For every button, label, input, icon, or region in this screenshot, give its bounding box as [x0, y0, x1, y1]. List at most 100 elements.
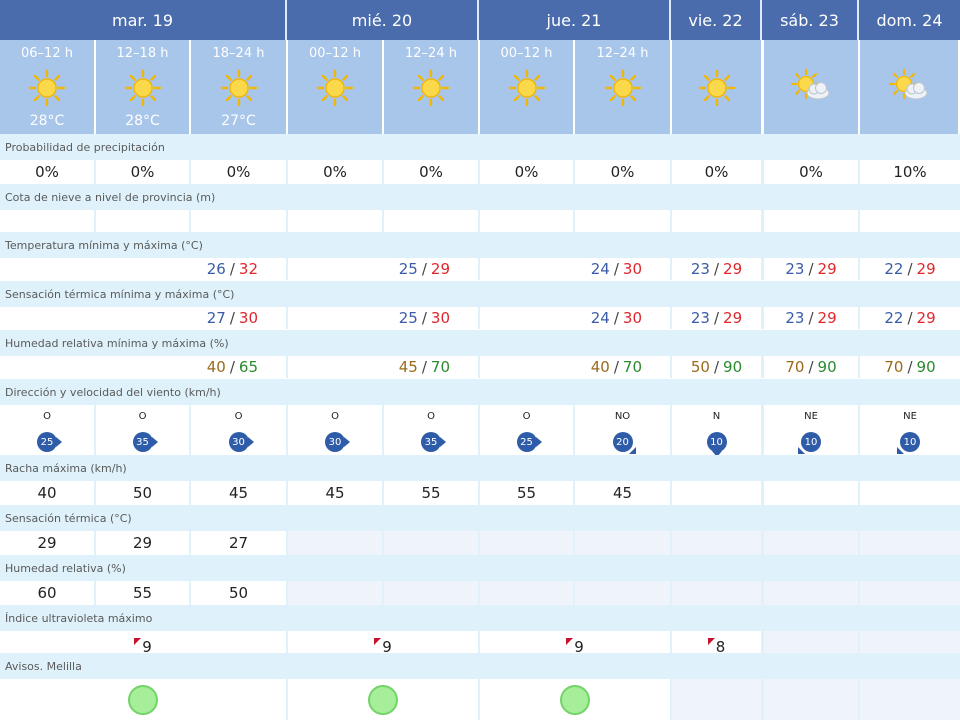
- min-value: 25: [398, 260, 418, 278]
- snow-level-cell: [288, 210, 382, 232]
- wind-speed-badge: 30: [228, 432, 249, 453]
- wind-cell: O 35: [384, 405, 478, 455]
- wind-arrow-icon: 35: [128, 427, 158, 455]
- warnings-label: Avisos. Melilla: [0, 653, 960, 679]
- wind-row: O 25 O 35 O 30 O 30 O 35 O 25 NO 20 N 10 NE 10 NE 10: [0, 405, 960, 457]
- wind-direction: O: [234, 411, 243, 422]
- warnings-row: [0, 679, 960, 720]
- range-cell: 23/29: [672, 307, 761, 329]
- period-label: 00–12 h: [309, 46, 361, 61]
- wind-pointer: [535, 437, 542, 448]
- uv-flag-icon: [374, 637, 382, 645]
- wind-direction: O: [331, 411, 339, 422]
- period-temperature: 28°C: [125, 113, 160, 129]
- min-value: 26: [206, 260, 226, 278]
- separator: /: [421, 358, 427, 376]
- range-cell: 22/29: [860, 307, 960, 329]
- precipitation-label: Probabilidad de precipitación: [0, 134, 960, 160]
- gust-label: Racha máxima (km/h): [0, 455, 960, 481]
- gust-cell: 45: [191, 481, 286, 505]
- period-cell: [672, 40, 763, 134]
- sun-icon: [313, 68, 357, 108]
- uv-flag-icon: [566, 637, 574, 645]
- day-header-row: mar. 19 mié. 20 jue. 21 vie. 22 sáb. 23 …: [0, 0, 960, 40]
- warning-cell: [288, 679, 478, 720]
- warning-cell: [764, 679, 858, 720]
- wind-arrow-icon: 30: [320, 427, 350, 455]
- wind-pointer: [56, 437, 62, 448]
- max-value: 29: [817, 260, 837, 278]
- day-header: sáb. 23: [762, 0, 859, 40]
- feels-now-cell: [480, 531, 573, 555]
- range-cell: 23/29: [764, 258, 858, 280]
- period-cell: 06–12 h 28°C: [0, 40, 96, 134]
- period-label: 12–18 h: [116, 46, 169, 61]
- wind-direction: O: [43, 411, 51, 422]
- warning-green-icon: [560, 684, 590, 715]
- day-header: jue. 21: [479, 0, 671, 40]
- humidity-now-cell: [384, 581, 478, 605]
- range-cell: 23/29: [764, 307, 858, 329]
- humidity-row: 40/65 45/70 40/70 50/90 70/90 70/90: [0, 356, 960, 378]
- wind-cell: O 30: [191, 405, 286, 455]
- period-cell: 18–24 h 27°C: [191, 40, 288, 134]
- max-value: 29: [817, 309, 837, 327]
- precipitation-cell: 0%: [575, 160, 670, 184]
- feels-now-row: 29 29 27: [0, 531, 960, 555]
- period-cell: 12–24 h: [575, 40, 672, 134]
- min-value: 23: [690, 309, 710, 327]
- period-label: 06–12 h: [21, 46, 73, 61]
- range-cell: 25/30: [288, 307, 478, 329]
- wind-cell: NE 10: [764, 405, 858, 455]
- max-value: 29: [430, 260, 450, 278]
- warning-green-icon: [368, 684, 398, 715]
- snow-level-cell: [191, 210, 286, 232]
- precipitation-cell: 0%: [288, 160, 382, 184]
- min-value: 22: [884, 260, 904, 278]
- feels-now-cell: [860, 531, 960, 555]
- feels-now-cell: [384, 531, 478, 555]
- feels-now-cell: 29: [96, 531, 189, 555]
- humidity-now-cell: [575, 581, 670, 605]
- wind-pointer: [440, 437, 446, 448]
- warning-cell: [0, 679, 286, 720]
- sun-cloud-icon: [887, 68, 931, 108]
- gust-cell: [672, 481, 761, 505]
- range-cell: 24/30: [480, 258, 670, 280]
- feels-now-cell: [764, 531, 858, 555]
- humidity-now-cell: [480, 581, 573, 605]
- snow-level-cell: [480, 210, 573, 232]
- sun-icon: [121, 68, 165, 108]
- sun-icon: [25, 68, 69, 108]
- period-label: 00–12 h: [500, 46, 553, 61]
- range-cell: 27/30: [0, 307, 286, 329]
- gust-cell: 40: [0, 481, 94, 505]
- range-cell: 40/65: [0, 356, 286, 378]
- snow-level-cell: [0, 210, 94, 232]
- wind-cell: O 25: [0, 405, 94, 455]
- precipitation-cell: 0%: [764, 160, 858, 184]
- min-value: 40: [590, 358, 610, 376]
- wind-arrow-icon: 25: [32, 427, 62, 455]
- separator: /: [713, 309, 720, 327]
- wind-speed-badge: 30: [325, 432, 345, 453]
- separator: /: [229, 309, 235, 327]
- uv-cell: 9: [480, 631, 670, 656]
- precipitation-cell: 0%: [96, 160, 189, 184]
- wind-direction: O: [427, 411, 435, 422]
- precipitation-cell: 0%: [480, 160, 573, 184]
- snow-level-cell: [672, 210, 761, 232]
- snow-level-cell: [764, 210, 858, 232]
- snow-level-cell: [575, 210, 670, 232]
- feels-now-cell: [288, 531, 382, 555]
- snow-level-label: Cota de nieve a nivel de provincia (m): [0, 184, 960, 210]
- warning-cell: [672, 679, 761, 720]
- precipitation-cell: 0%: [672, 160, 761, 184]
- max-value: 30: [622, 260, 642, 278]
- separator: /: [421, 309, 427, 327]
- min-value: 70: [785, 358, 805, 376]
- min-value: 24: [590, 309, 610, 327]
- wind-direction: NO: [614, 411, 631, 422]
- min-value: 25: [398, 309, 418, 327]
- wind-speed-badge: 10: [706, 432, 727, 453]
